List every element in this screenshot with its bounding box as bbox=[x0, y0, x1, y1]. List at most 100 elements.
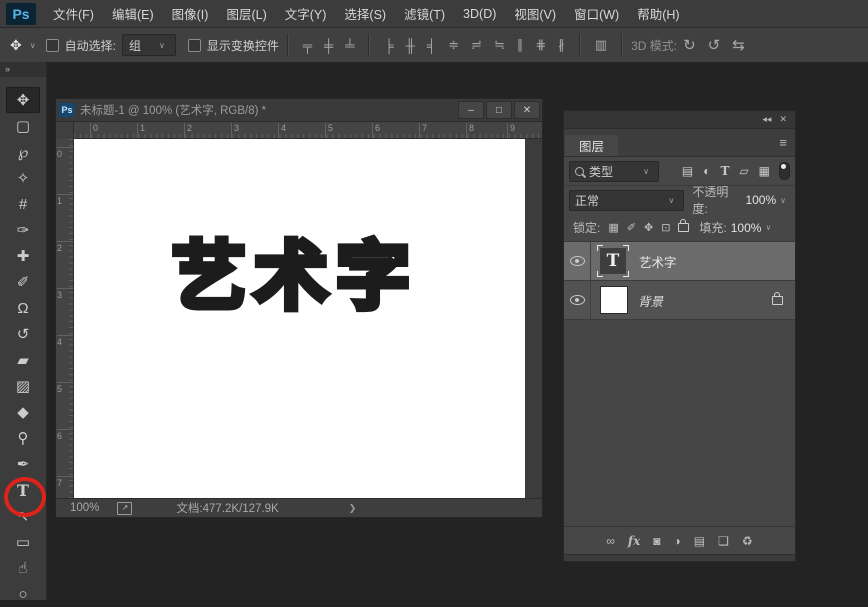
auto-select-checkbox[interactable] bbox=[46, 39, 59, 52]
zoom-level[interactable]: 100% bbox=[70, 502, 99, 514]
minimize-button[interactable]: – bbox=[458, 101, 484, 119]
new-layer-icon[interactable]: ❏ bbox=[718, 534, 729, 548]
tab-layers[interactable]: 图层 bbox=[565, 135, 618, 156]
horizontal-ruler[interactable]: 0 1 2 3 4 5 6 7 8 9 bbox=[74, 122, 542, 139]
layer-style-icon[interactable]: fx bbox=[628, 534, 640, 548]
layer-name[interactable]: 背景 bbox=[638, 291, 663, 310]
new-adjustment-layer-icon[interactable]: ◑ bbox=[674, 534, 681, 548]
align-left-edges-icon[interactable]: ╞ bbox=[378, 38, 399, 53]
pen-tool[interactable]: ✒ bbox=[6, 451, 40, 477]
auto-select-dropdown[interactable]: 组 ∨ bbox=[122, 34, 176, 56]
brush-tool[interactable]: ✐ bbox=[6, 269, 40, 295]
gradient-tool[interactable]: ▨ bbox=[6, 373, 40, 399]
filter-toggle-switch[interactable] bbox=[779, 162, 790, 180]
move-tool[interactable]: ✥ bbox=[6, 87, 40, 113]
zoom-tool[interactable]: ○ bbox=[6, 581, 40, 607]
filter-type-layers-icon[interactable]: T bbox=[715, 164, 734, 178]
layer-row-art-text[interactable]: T 艺术字 bbox=[564, 242, 795, 281]
lock-all-icon[interactable] bbox=[678, 223, 689, 232]
vertical-ruler[interactable]: 0 1 2 3 4 5 6 7 bbox=[56, 139, 74, 498]
lock-image-pixels-icon[interactable]: ✐ bbox=[623, 221, 640, 234]
blend-mode-dropdown[interactable]: 正常 ∨ bbox=[569, 190, 684, 211]
menu-filter[interactable]: 滤镜(T) bbox=[395, 4, 454, 23]
layer-thumbnail-selection[interactable]: T bbox=[597, 245, 629, 277]
opacity-value[interactable]: 100% bbox=[745, 193, 776, 207]
menu-window[interactable]: 窗口(W) bbox=[565, 4, 628, 23]
menu-view[interactable]: 视图(V) bbox=[505, 4, 565, 23]
menu-help[interactable]: 帮助(H) bbox=[628, 4, 688, 23]
hand-tool[interactable]: ☝ bbox=[6, 555, 40, 581]
layer-row-background[interactable]: 背景 bbox=[564, 281, 795, 320]
filter-shape-layers-icon[interactable]: ▱ bbox=[734, 164, 753, 178]
align-top-edges-icon[interactable]: ╤ bbox=[297, 38, 318, 53]
delete-layer-icon[interactable]: ♻ bbox=[742, 534, 753, 548]
panel-close-icon[interactable]: ✕ bbox=[779, 114, 787, 125]
eyedropper-tool[interactable]: ✑ bbox=[6, 217, 40, 243]
visibility-toggle[interactable] bbox=[564, 242, 591, 280]
maximize-button[interactable]: □ bbox=[486, 101, 512, 119]
toolbar-collapse-button[interactable]: » bbox=[0, 62, 46, 77]
distribute-top-edges-icon[interactable]: ≑ bbox=[442, 37, 465, 53]
distribute-left-edges-icon[interactable]: ∥ bbox=[511, 37, 530, 53]
lock-position-icon[interactable]: ✥ bbox=[640, 221, 657, 234]
document-title-bar[interactable]: Ps 未标题-1 @ 100% (艺术字, RGB/8) * – □ ✕ bbox=[56, 99, 542, 122]
spot-healing-brush-tool[interactable]: ✚ bbox=[6, 243, 40, 269]
distribute-spacing-icon[interactable]: ▥ bbox=[589, 37, 613, 53]
3d-roll-icon[interactable]: ↺ bbox=[702, 36, 727, 54]
clone-stamp-tool[interactable]: Ω bbox=[6, 295, 40, 321]
filter-pixel-layers-icon[interactable]: ▤ bbox=[677, 164, 698, 178]
path-selection-tool[interactable]: ↖ bbox=[6, 503, 40, 529]
lasso-tool[interactable]: ℘ bbox=[6, 139, 40, 165]
3d-drag-icon[interactable]: ⇆ bbox=[726, 36, 751, 54]
align-horizontal-centers-icon[interactable]: ╫ bbox=[400, 38, 421, 53]
menu-select[interactable]: 选择(S) bbox=[335, 4, 395, 23]
ruler-origin-corner[interactable] bbox=[56, 122, 74, 140]
distribute-right-edges-icon[interactable]: ∦ bbox=[552, 37, 571, 53]
align-bottom-edges-icon[interactable]: ╧ bbox=[339, 38, 360, 53]
fill-value[interactable]: 100% bbox=[731, 221, 762, 235]
canvas[interactable]: 艺术字 bbox=[74, 139, 525, 498]
close-button[interactable]: ✕ bbox=[514, 101, 540, 119]
align-right-edges-icon[interactable]: ╡ bbox=[421, 38, 442, 53]
panel-resize-edge[interactable] bbox=[564, 554, 795, 561]
dodge-tool[interactable]: ⚲ bbox=[6, 425, 40, 451]
distribute-bottom-edges-icon[interactable]: ≒ bbox=[488, 37, 511, 53]
panel-collapse-icon[interactable]: ◂◂ bbox=[762, 114, 771, 125]
canvas-art-text[interactable]: 艺术字 bbox=[172, 217, 418, 324]
quick-selection-tool[interactable]: ✧ bbox=[6, 165, 40, 191]
filter-smart-objects-icon[interactable]: ▦ bbox=[754, 164, 775, 178]
link-layers-icon[interactable]: ∞ bbox=[606, 534, 615, 548]
history-brush-tool[interactable]: ↺ bbox=[6, 321, 40, 347]
crop-tool[interactable]: # bbox=[6, 191, 40, 217]
lock-artboard-icon[interactable]: ⊡ bbox=[657, 221, 674, 234]
rectangular-marquee-tool[interactable]: ▢ bbox=[6, 113, 40, 139]
menu-image[interactable]: 图像(I) bbox=[163, 4, 218, 23]
chevron-down-icon[interactable]: ∨ bbox=[780, 196, 786, 205]
menu-layer[interactable]: 图层(L) bbox=[217, 4, 275, 23]
align-vertical-centers-icon[interactable]: ╪ bbox=[318, 38, 339, 53]
status-more-chevron-icon[interactable]: ❯ bbox=[349, 503, 357, 514]
lock-transparent-pixels-icon[interactable]: ▦ bbox=[604, 221, 622, 234]
filter-adjustment-layers-icon[interactable]: ◐ bbox=[698, 164, 715, 178]
blur-tool[interactable]: ◆ bbox=[6, 399, 40, 425]
menu-edit[interactable]: 编辑(E) bbox=[103, 4, 163, 23]
menu-type[interactable]: 文字(Y) bbox=[276, 4, 336, 23]
add-layer-mask-icon[interactable]: ◙ bbox=[653, 534, 660, 548]
distribute-horizontal-centers-icon[interactable]: ⋕ bbox=[529, 37, 552, 53]
rectangle-tool[interactable]: ▭ bbox=[6, 529, 40, 555]
layer-name[interactable]: 艺术字 bbox=[639, 252, 677, 271]
3d-rotate-icon[interactable]: ↻ bbox=[677, 36, 702, 54]
panel-menu-icon[interactable]: ≡ bbox=[779, 135, 787, 150]
visibility-toggle[interactable] bbox=[564, 281, 591, 319]
menu-file[interactable]: 文件(F) bbox=[44, 4, 103, 23]
distribute-vertical-centers-icon[interactable]: ≓ bbox=[465, 37, 488, 53]
eraser-tool[interactable]: ▰ bbox=[6, 347, 40, 373]
new-group-icon[interactable]: ▤ bbox=[694, 534, 705, 548]
chevron-down-icon[interactable]: ∨ bbox=[765, 223, 771, 232]
share-export-icon[interactable]: ↗ bbox=[117, 502, 132, 515]
tool-preset-caret-icon[interactable]: ∨ bbox=[30, 41, 36, 50]
show-transform-checkbox[interactable] bbox=[188, 39, 201, 52]
filter-type-dropdown[interactable]: 类型 ∨ bbox=[569, 161, 659, 182]
menu-3d[interactable]: 3D(D) bbox=[454, 7, 505, 21]
type-tool[interactable]: T bbox=[6, 477, 40, 503]
